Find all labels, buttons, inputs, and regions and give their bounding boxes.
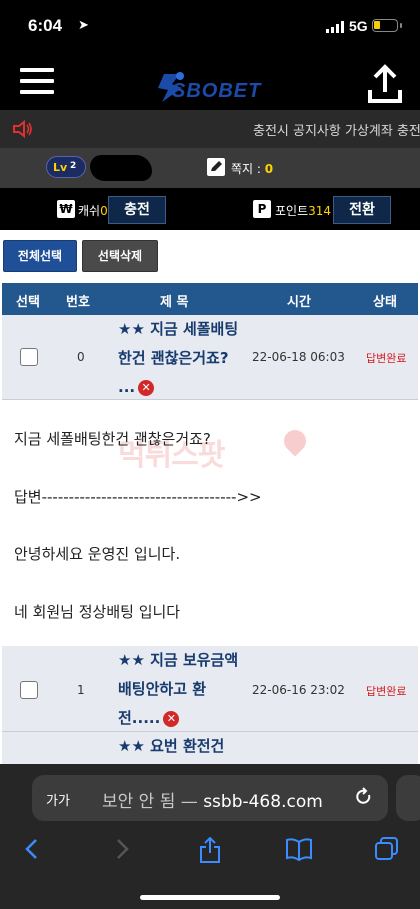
level-badge: Lv 2	[46, 156, 86, 178]
tabs-icon[interactable]	[374, 836, 400, 862]
site-header: SBOBET	[0, 56, 420, 110]
row-time: 22-06-16 23:02	[252, 683, 345, 697]
exchange-button[interactable]: 전환	[333, 196, 391, 224]
notice-text[interactable]: 충전시 공지사항 가상계좌 충전	[253, 120, 420, 139]
row-status: 답변완료	[366, 685, 407, 698]
row-number: 0	[77, 350, 85, 364]
cash-value: 0	[100, 204, 108, 218]
screen: 6:04 ➤ 5G SBOBET 충전시 공지사항 가상계좌 충전 Lv 2 쪽…	[0, 0, 420, 909]
post-content: 먹튀스팟 지금 세폴배팅한건 괜찮은거죠? 답변----------------…	[0, 400, 420, 646]
status-bar: 6:04 ➤ 5G	[0, 0, 420, 56]
message-edit-icon[interactable]	[207, 158, 225, 176]
location-pin-icon	[279, 425, 311, 457]
level-label: Lv	[53, 161, 68, 174]
notice-bar: 충전시 공지사항 가상계좌 충전	[0, 110, 420, 148]
row-checkbox[interactable]	[20, 348, 38, 366]
col-time: 시간	[287, 295, 311, 310]
row-title-text: ★★ 지금 세폴배팅한건 괜찮은거죠? ...	[118, 320, 239, 396]
signal-icon	[326, 21, 344, 33]
row-title[interactable]: ★★ 요번 환전건	[118, 732, 268, 761]
row-title[interactable]: ★★ 지금 세폴배팅한건 괜찮은거죠? ... ✕	[118, 315, 244, 402]
back-icon[interactable]	[22, 836, 42, 862]
url-display[interactable]: 보안 안 됨 — ssbb-468.com	[102, 787, 323, 812]
logo-text: SBOBET	[172, 80, 262, 102]
text-size-button[interactable]: 가가	[46, 790, 70, 809]
col-select: 선택	[16, 295, 40, 310]
security-label: 보안 안 됨	[102, 792, 176, 812]
point-icon: P	[253, 200, 271, 218]
menu-icon[interactable]	[20, 68, 56, 96]
share-icon[interactable]	[198, 836, 222, 864]
speaker-icon	[13, 119, 32, 139]
col-number: 번호	[66, 295, 90, 310]
question-text: 지금 세폴배팅한건 괜찮은거죠?	[14, 430, 211, 448]
row-title[interactable]: ★★ 지금 보유금액 배팅안하고 환전..... ✕	[118, 646, 244, 733]
url-text: ssbb-468.com	[203, 792, 323, 812]
delete-x-icon[interactable]: ✕	[138, 379, 155, 396]
network-type: 5G	[349, 18, 368, 34]
delete-x-icon[interactable]: ✕	[163, 710, 180, 727]
point-label: 포인트	[275, 204, 309, 218]
reload-icon[interactable]	[354, 786, 374, 808]
table-row[interactable]: 0 ★★ 지금 세폴배팅한건 괜찮은거죠? ... ✕ 22-06-18 06:0…	[2, 315, 418, 400]
upload-icon[interactable]	[366, 64, 404, 104]
charge-button[interactable]: 충전	[108, 196, 166, 224]
bookmarks-icon[interactable]	[285, 836, 313, 862]
battery-icon	[372, 19, 402, 32]
row-checkbox[interactable]	[20, 681, 38, 699]
browser-toolbar: 가가 보안 안 됨 — ssbb-468.com	[0, 764, 420, 909]
table-header: 선택 번호 제 목 시간 상태	[2, 283, 418, 315]
forward-icon[interactable]	[112, 836, 132, 862]
username-redacted	[90, 155, 152, 181]
reply-text: 네 회원님 정상배팅 입니다	[14, 603, 181, 621]
next-tab-preview[interactable]	[396, 775, 420, 821]
user-info-bar: Lv 2 쪽지 : 0	[0, 148, 420, 188]
col-status: 상태	[373, 295, 397, 310]
cash-label: 캐쉬	[78, 204, 101, 218]
answer-divider: 답변------------------------------------>>	[14, 488, 262, 506]
status-time: 6:04	[28, 16, 63, 35]
message-label: 쪽지 :	[231, 162, 265, 176]
address-bar[interactable]: 가가 보안 안 됨 — ssbb-468.com	[32, 775, 388, 821]
site-logo[interactable]: SBOBET	[150, 70, 270, 104]
delete-selected-button[interactable]: 선택삭제	[82, 240, 158, 272]
select-all-button[interactable]: 전체선택	[3, 240, 77, 272]
cash-display: 캐쉬0	[78, 202, 108, 219]
wallet-bar: ₩ 캐쉬0 충전 P 포인트314 전환	[0, 188, 420, 230]
row-time: 22-06-18 06:03	[252, 350, 345, 364]
message-count: 0	[264, 162, 274, 176]
message-link[interactable]: 쪽지 : 0	[231, 160, 273, 177]
row-status: 답변완료	[366, 352, 407, 365]
point-display: 포인트314	[275, 202, 331, 219]
point-value: 314	[308, 204, 332, 218]
greeting-text: 안녕하세요 운영진 입니다.	[14, 545, 181, 563]
row-number: 1	[77, 683, 85, 697]
location-icon: ➤	[78, 18, 89, 33]
table-row[interactable]: 1 ★★ 지금 보유금액 배팅안하고 환전..... ✕ 22-06-16 23:…	[2, 646, 418, 732]
won-icon: ₩	[57, 200, 75, 218]
level-value: 2	[70, 161, 77, 171]
home-indicator	[140, 895, 280, 900]
col-title: 제 목	[160, 295, 189, 310]
